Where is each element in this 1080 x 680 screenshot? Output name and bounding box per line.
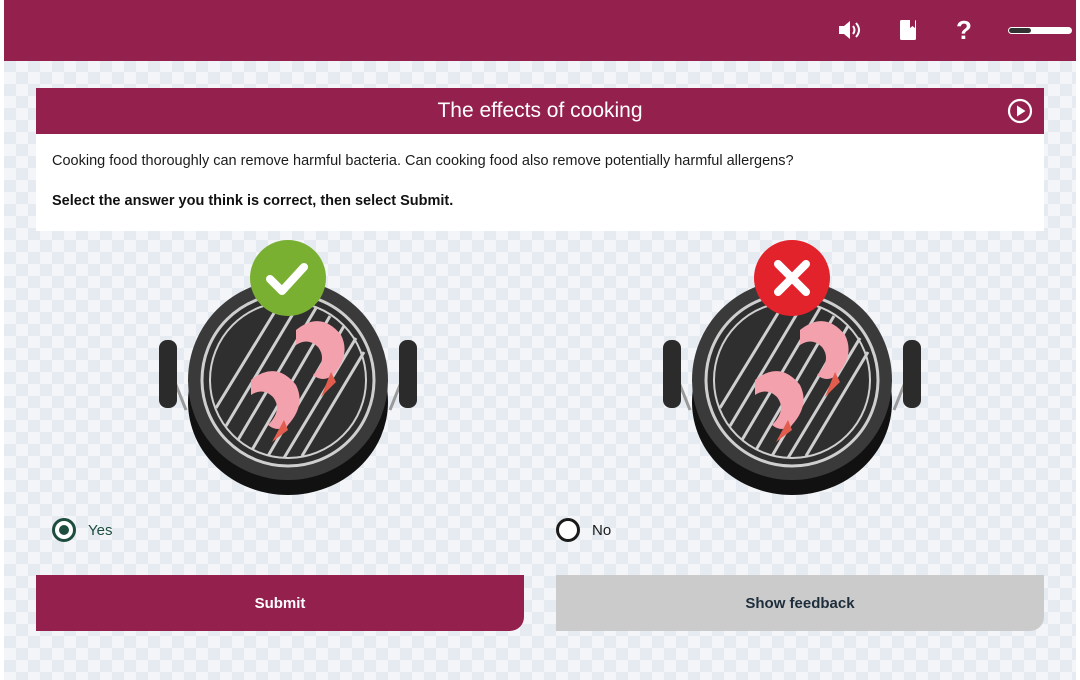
grill-image-yes[interactable] xyxy=(156,240,420,500)
question-text: Cooking food thoroughly can remove harmf… xyxy=(52,153,794,169)
grill-image-no[interactable] xyxy=(660,240,924,500)
option-no-label: No xyxy=(592,521,612,539)
help-icon[interactable]: ? xyxy=(950,16,978,44)
top-bar: ? xyxy=(4,0,1076,61)
question-card: The effects of cooking Cooking food thor… xyxy=(36,88,1044,231)
show-feedback-button[interactable]: Show feedback xyxy=(556,575,1044,631)
instruction-text: Select the answer you think is correct, … xyxy=(52,193,454,209)
option-yes[interactable]: Yes xyxy=(52,518,112,542)
radio-no[interactable] xyxy=(556,518,580,542)
bookmark-icon[interactable] xyxy=(894,16,922,44)
option-yes-label: Yes xyxy=(88,521,113,539)
play-icon[interactable] xyxy=(1007,98,1033,124)
speaker-icon[interactable] xyxy=(836,16,864,44)
submit-button[interactable]: Submit xyxy=(36,575,524,631)
option-no[interactable]: No xyxy=(556,518,611,542)
radio-yes[interactable] xyxy=(52,518,76,542)
progress-fill xyxy=(1009,28,1031,33)
page-title: The effects of cooking xyxy=(437,99,643,122)
svg-text:?: ? xyxy=(956,17,972,43)
check-icon xyxy=(250,240,326,316)
progress-bar xyxy=(1008,27,1072,34)
card-header: The effects of cooking xyxy=(36,88,1044,134)
